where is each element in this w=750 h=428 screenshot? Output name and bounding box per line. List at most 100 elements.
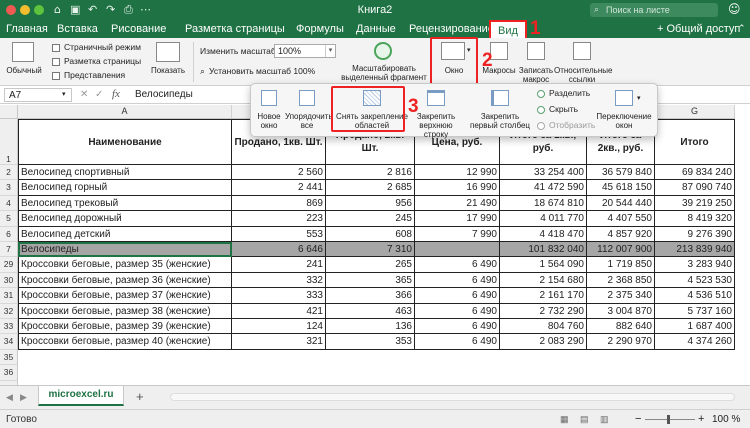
zoom-in-icon[interactable]: + <box>698 413 704 425</box>
table-cell[interactable]: 2 161 170 <box>500 288 587 304</box>
row-header[interactable]: 31 <box>0 288 18 304</box>
table-cell[interactable]: 245 <box>326 211 415 227</box>
table-cell[interactable]: 241 <box>232 257 326 273</box>
show-label[interactable]: Показать <box>146 66 190 75</box>
table-cell[interactable]: 882 640 <box>587 319 655 335</box>
freeze-top-row-icon[interactable] <box>427 90 445 106</box>
row-header[interactable]: 2 <box>0 165 18 181</box>
tab-draw[interactable]: Рисование <box>111 23 166 35</box>
table-cell[interactable]: 12 990 <box>415 165 500 181</box>
table-cell[interactable]: 1 719 850 <box>587 257 655 273</box>
select-all-corner[interactable] <box>0 105 18 119</box>
table-cell[interactable]: 6 490 <box>415 319 500 335</box>
table-cell[interactable]: Велосипед трековый <box>18 195 232 212</box>
table-cell[interactable]: Велосипед спортивный <box>18 165 232 181</box>
row-header[interactable]: 32 <box>0 303 18 319</box>
table-cell[interactable]: 4 374 260 <box>655 334 735 350</box>
add-sheet-icon[interactable]: + <box>136 389 144 404</box>
table-cell[interactable]: Кроссовки беговые, размер 39 (женские) <box>18 319 232 335</box>
table-cell[interactable]: 2 154 680 <box>500 272 587 289</box>
user-icon[interactable]: ☺ <box>728 2 741 16</box>
table-cell[interactable]: 353 <box>326 334 415 350</box>
table-cell[interactable]: Велосипед горный <box>18 180 232 196</box>
row-header[interactable]: 35 <box>0 349 18 366</box>
table-cell[interactable]: 421 <box>232 303 326 319</box>
table-cell[interactable]: 4 407 550 <box>587 211 655 227</box>
row-header[interactable]: 6 <box>0 226 18 242</box>
normal-view-icon[interactable] <box>12 42 34 62</box>
relative-refs-icon[interactable] <box>573 42 591 60</box>
hide-button[interactable]: Скрыть <box>537 104 578 114</box>
table-cell[interactable]: 36 579 840 <box>587 165 655 181</box>
table-cell[interactable]: 869 <box>232 195 326 212</box>
freeze-first-col-icon[interactable] <box>491 90 509 106</box>
page-break-preview-button[interactable]: Страничный режим <box>52 42 141 52</box>
table-cell[interactable]: 333 <box>232 288 326 304</box>
horizontal-scrollbar[interactable] <box>170 393 735 401</box>
table-cell[interactable]: 39 219 250 <box>655 195 735 212</box>
table-cell[interactable]: 2 560 <box>232 165 326 181</box>
table-cell[interactable]: 124 <box>232 319 326 335</box>
table-cell[interactable]: 33 254 400 <box>500 165 587 181</box>
table-cell[interactable]: 20 544 440 <box>587 195 655 212</box>
table-cell[interactable]: 6 490 <box>415 257 500 273</box>
row-header[interactable]: 30 <box>0 272 18 289</box>
relative-refs-label[interactable]: Относительные ссылки <box>554 66 612 84</box>
page-layout-status-icon[interactable]: ▤ <box>580 414 589 425</box>
normal-view-label[interactable]: Обычный <box>2 66 46 75</box>
row-header[interactable]: 4 <box>0 195 18 212</box>
row-header[interactable]: 1 <box>0 119 18 165</box>
table-cell[interactable]: 6 490 <box>415 288 500 304</box>
table-cell[interactable]: 2 290 970 <box>587 334 655 350</box>
row-header[interactable]: 36 <box>0 365 18 381</box>
table-cell[interactable]: 69 834 240 <box>655 165 735 181</box>
table-cell[interactable]: 112 007 900 <box>587 242 655 258</box>
record-macro-icon[interactable] <box>527 42 545 60</box>
tab-review[interactable]: Рецензирование <box>409 23 494 35</box>
tab-insert[interactable]: Вставка <box>57 23 98 35</box>
table-cell[interactable]: 16 990 <box>415 180 500 196</box>
row-header[interactable]: 3 <box>0 180 18 196</box>
table-cell[interactable]: 3 283 940 <box>655 257 735 273</box>
share-button[interactable]: + Общий доступ <box>657 23 740 35</box>
table-cell[interactable]: 87 090 740 <box>655 180 735 196</box>
table-cell[interactable]: 2 685 <box>326 180 415 196</box>
table-cell[interactable]: Кроссовки беговые, размер 36 (женские) <box>18 272 232 289</box>
formula-value[interactable]: Велосипеды <box>135 89 193 100</box>
tab-view[interactable]: Вид <box>489 20 527 38</box>
zoom-slider-knob[interactable] <box>667 415 670 424</box>
zoom-out-icon[interactable]: − <box>635 413 641 425</box>
table-cell[interactable]: 6 490 <box>415 272 500 289</box>
prev-sheet-icon[interactable]: ◀ <box>6 392 13 403</box>
table-cell[interactable]: 1 687 400 <box>655 319 735 335</box>
table-cell[interactable]: 6 490 <box>415 334 500 350</box>
row-header[interactable]: 29 <box>0 257 18 273</box>
table-cell[interactable]: 265 <box>326 257 415 273</box>
table-cell[interactable]: Кроссовки беговые, размер 40 (женские) <box>18 334 232 350</box>
split-button[interactable]: Разделить <box>537 88 590 98</box>
table-cell[interactable]: 2 083 290 <box>500 334 587 350</box>
zoom-100-button[interactable]: ⌕ Установить масштаб 100% <box>200 66 315 77</box>
table-cell[interactable]: Велосипед дорожный <box>18 211 232 227</box>
custom-views-button[interactable]: Представления <box>52 70 125 80</box>
table-cell[interactable]: 321 <box>232 334 326 350</box>
table-cell[interactable]: 7 310 <box>326 242 415 258</box>
table-cell[interactable]: 9 276 390 <box>655 226 735 242</box>
table-cell[interactable]: 6 646 <box>232 242 326 258</box>
table-cell[interactable]: 2 441 <box>232 180 326 196</box>
column-header[interactable]: A <box>18 105 232 119</box>
page-layout-button[interactable]: Разметка страницы <box>52 56 141 66</box>
table-cell[interactable]: 608 <box>326 226 415 242</box>
table-cell[interactable]: 2 732 290 <box>500 303 587 319</box>
switch-windows-icon[interactable] <box>615 90 633 106</box>
row-header[interactable]: 5 <box>0 211 18 227</box>
record-macro-label[interactable]: Записать макрос <box>516 66 556 84</box>
table-cell[interactable]: 1 564 090 <box>500 257 587 273</box>
arrange-all-icon[interactable] <box>299 90 315 106</box>
freeze-first-col-button[interactable]: Закрепить первый столбец <box>469 112 531 130</box>
table-cell[interactable]: Кроссовки беговые, размер 38 (женские) <box>18 303 232 319</box>
table-cell[interactable]: 332 <box>232 272 326 289</box>
table-cell[interactable]: 8 419 320 <box>655 211 735 227</box>
table-cell[interactable]: 41 472 590 <box>500 180 587 196</box>
function-icon[interactable]: fx <box>112 88 120 100</box>
